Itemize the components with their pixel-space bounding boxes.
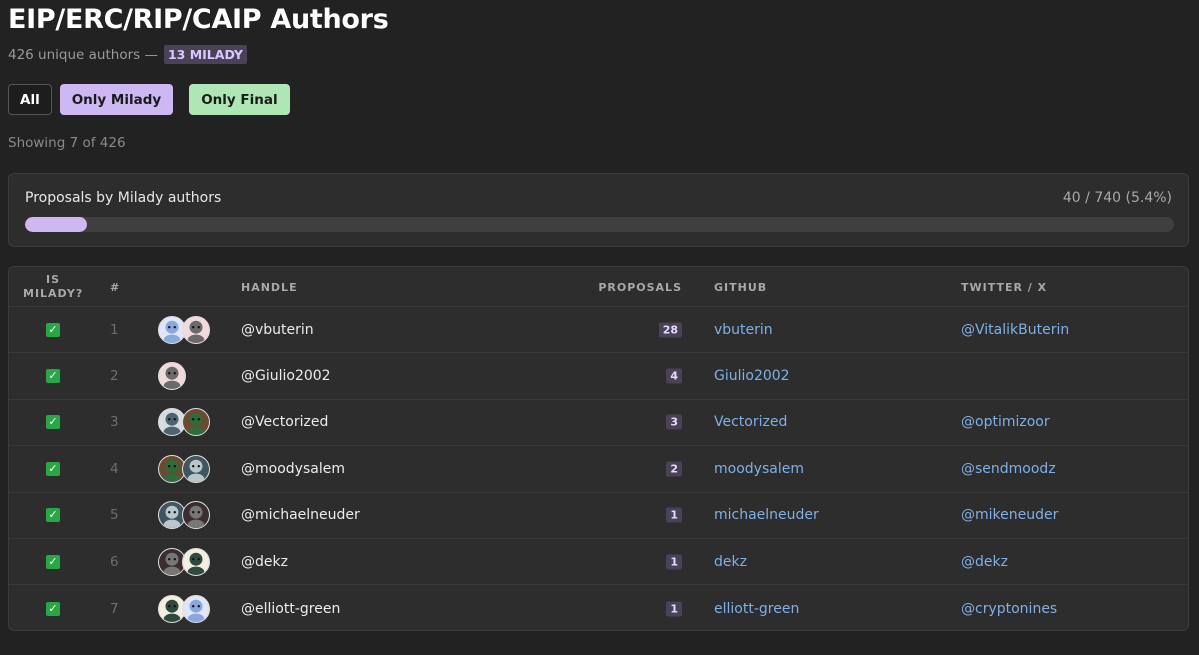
author-handle: @dekz [241, 553, 288, 570]
proposal-count-badge: 4 [666, 368, 682, 384]
progress-track [25, 217, 1174, 232]
table-row[interactable]: ✓ 4 @moodysalem 2 moodysalem @sendmoodz [9, 446, 1188, 493]
twitter-link[interactable]: @optimizoor [961, 414, 1050, 430]
avatar [182, 408, 210, 437]
github-link[interactable]: michaelneuder [714, 507, 819, 523]
avatar-group [158, 547, 210, 576]
milady-check-icon: ✓ [46, 508, 60, 523]
row-number: 6 [110, 553, 119, 570]
avatar-group [158, 501, 210, 530]
table-body: ✓ 1 @vbuterin 28 vbuterin @VitalikButeri… [9, 307, 1188, 630]
author-handle: @moodysalem [241, 460, 345, 477]
proposal-count-badge: 2 [666, 461, 682, 477]
avatar [182, 454, 210, 483]
table-header: IS MILADY? # HANDLE PROPOSALS GITHUB TWI… [9, 267, 1188, 307]
table-row[interactable]: ✓ 2 @Giulio2002 4 Giulio2002 [9, 353, 1188, 400]
author-handle: @michaelneuder [241, 507, 360, 524]
milady-proposals-card: Proposals by Milady authors 40 / 740 (5.… [8, 173, 1189, 247]
github-link[interactable]: dekz [714, 554, 747, 570]
filter-only-final-button[interactable]: Only Final [189, 84, 290, 115]
proposal-count-badge: 1 [666, 601, 682, 617]
github-link[interactable]: moodysalem [714, 461, 804, 477]
avatar-group [158, 408, 210, 437]
twitter-link[interactable]: @VitalikButerin [961, 322, 1069, 338]
avatar [182, 594, 210, 623]
twitter-link[interactable]: @sendmoodz [961, 461, 1056, 477]
progress-value: 40 / 740 (5.4%) [1062, 190, 1172, 206]
milady-check-icon: ✓ [46, 415, 60, 430]
avatar-group [158, 454, 210, 483]
author-handle: @elliott-green [241, 600, 341, 617]
author-handle: @Giulio2002 [241, 368, 331, 385]
row-number: 5 [110, 507, 119, 524]
filter-all-button[interactable]: All [8, 84, 52, 115]
avatar [158, 362, 186, 391]
col-github[interactable]: GITHUB [714, 281, 767, 294]
milady-check-icon: ✓ [46, 601, 60, 616]
progress-label: Proposals by Milady authors [25, 190, 222, 206]
milady-count-badge: 13 MILADY [163, 45, 247, 64]
col-handle[interactable]: HANDLE [241, 281, 298, 294]
table-row[interactable]: ✓ 3 @Vectorized 3 Vectorized @optimizoor [9, 400, 1188, 447]
milady-check-icon: ✓ [46, 554, 60, 569]
author-handle: @Vectorized [241, 414, 329, 431]
filter-bar: All Only Milady Only Final [8, 84, 290, 115]
table-row[interactable]: ✓ 5 @michaelneuder 1 michaelneuder @mike… [9, 493, 1188, 539]
table-row[interactable]: ✓ 1 @vbuterin 28 vbuterin @VitalikButeri… [9, 307, 1188, 354]
avatar [182, 547, 210, 576]
avatar-group [158, 362, 186, 391]
row-number: 7 [110, 600, 119, 617]
twitter-link[interactable]: @cryptonines [961, 601, 1057, 617]
github-link[interactable]: vbuterin [714, 322, 773, 338]
proposal-count-badge: 28 [658, 322, 682, 338]
author-count: 426 unique authors — [8, 46, 158, 63]
milady-check-icon: ✓ [46, 369, 60, 384]
twitter-link[interactable]: @dekz [961, 554, 1008, 570]
col-number[interactable]: # [110, 281, 120, 294]
row-number: 4 [110, 460, 119, 477]
col-is-milady[interactable]: IS MILADY? [23, 273, 83, 301]
progress-fill [25, 217, 88, 232]
avatar-group [158, 315, 210, 344]
author-handle: @vbuterin [241, 321, 314, 338]
row-number: 3 [110, 414, 119, 431]
avatar [182, 501, 210, 530]
row-number: 1 [110, 321, 119, 338]
milady-check-icon: ✓ [46, 461, 60, 476]
proposal-count-badge: 1 [666, 554, 682, 570]
github-link[interactable]: Vectorized [714, 414, 787, 430]
col-proposals[interactable]: PROPOSALS [598, 281, 682, 294]
authors-table: IS MILADY? # HANDLE PROPOSALS GITHUB TWI… [8, 266, 1189, 631]
table-row[interactable]: ✓ 6 @dekz 1 dekz @dekz [9, 539, 1188, 586]
avatar [182, 315, 210, 344]
twitter-link[interactable]: @mikeneuder [961, 507, 1058, 523]
proposal-count-badge: 3 [666, 414, 682, 430]
proposal-count-badge: 1 [666, 507, 682, 523]
github-link[interactable]: elliott-green [714, 601, 799, 617]
milady-check-icon: ✓ [46, 322, 60, 337]
subtitle: 426 unique authors — 13 MILADY [8, 45, 247, 64]
showing-count: Showing 7 of 426 [8, 135, 126, 151]
avatar-group [158, 594, 210, 623]
row-number: 2 [110, 368, 119, 385]
page-title: EIP/ERC/RIP/CAIP Authors [8, 4, 389, 35]
table-row[interactable]: ✓ 7 @elliott-green 1 elliott-green @cryp… [9, 585, 1188, 630]
filter-only-milady-button[interactable]: Only Milady [59, 84, 174, 115]
github-link[interactable]: Giulio2002 [714, 368, 790, 384]
col-twitter[interactable]: TWITTER / X [961, 281, 1047, 294]
